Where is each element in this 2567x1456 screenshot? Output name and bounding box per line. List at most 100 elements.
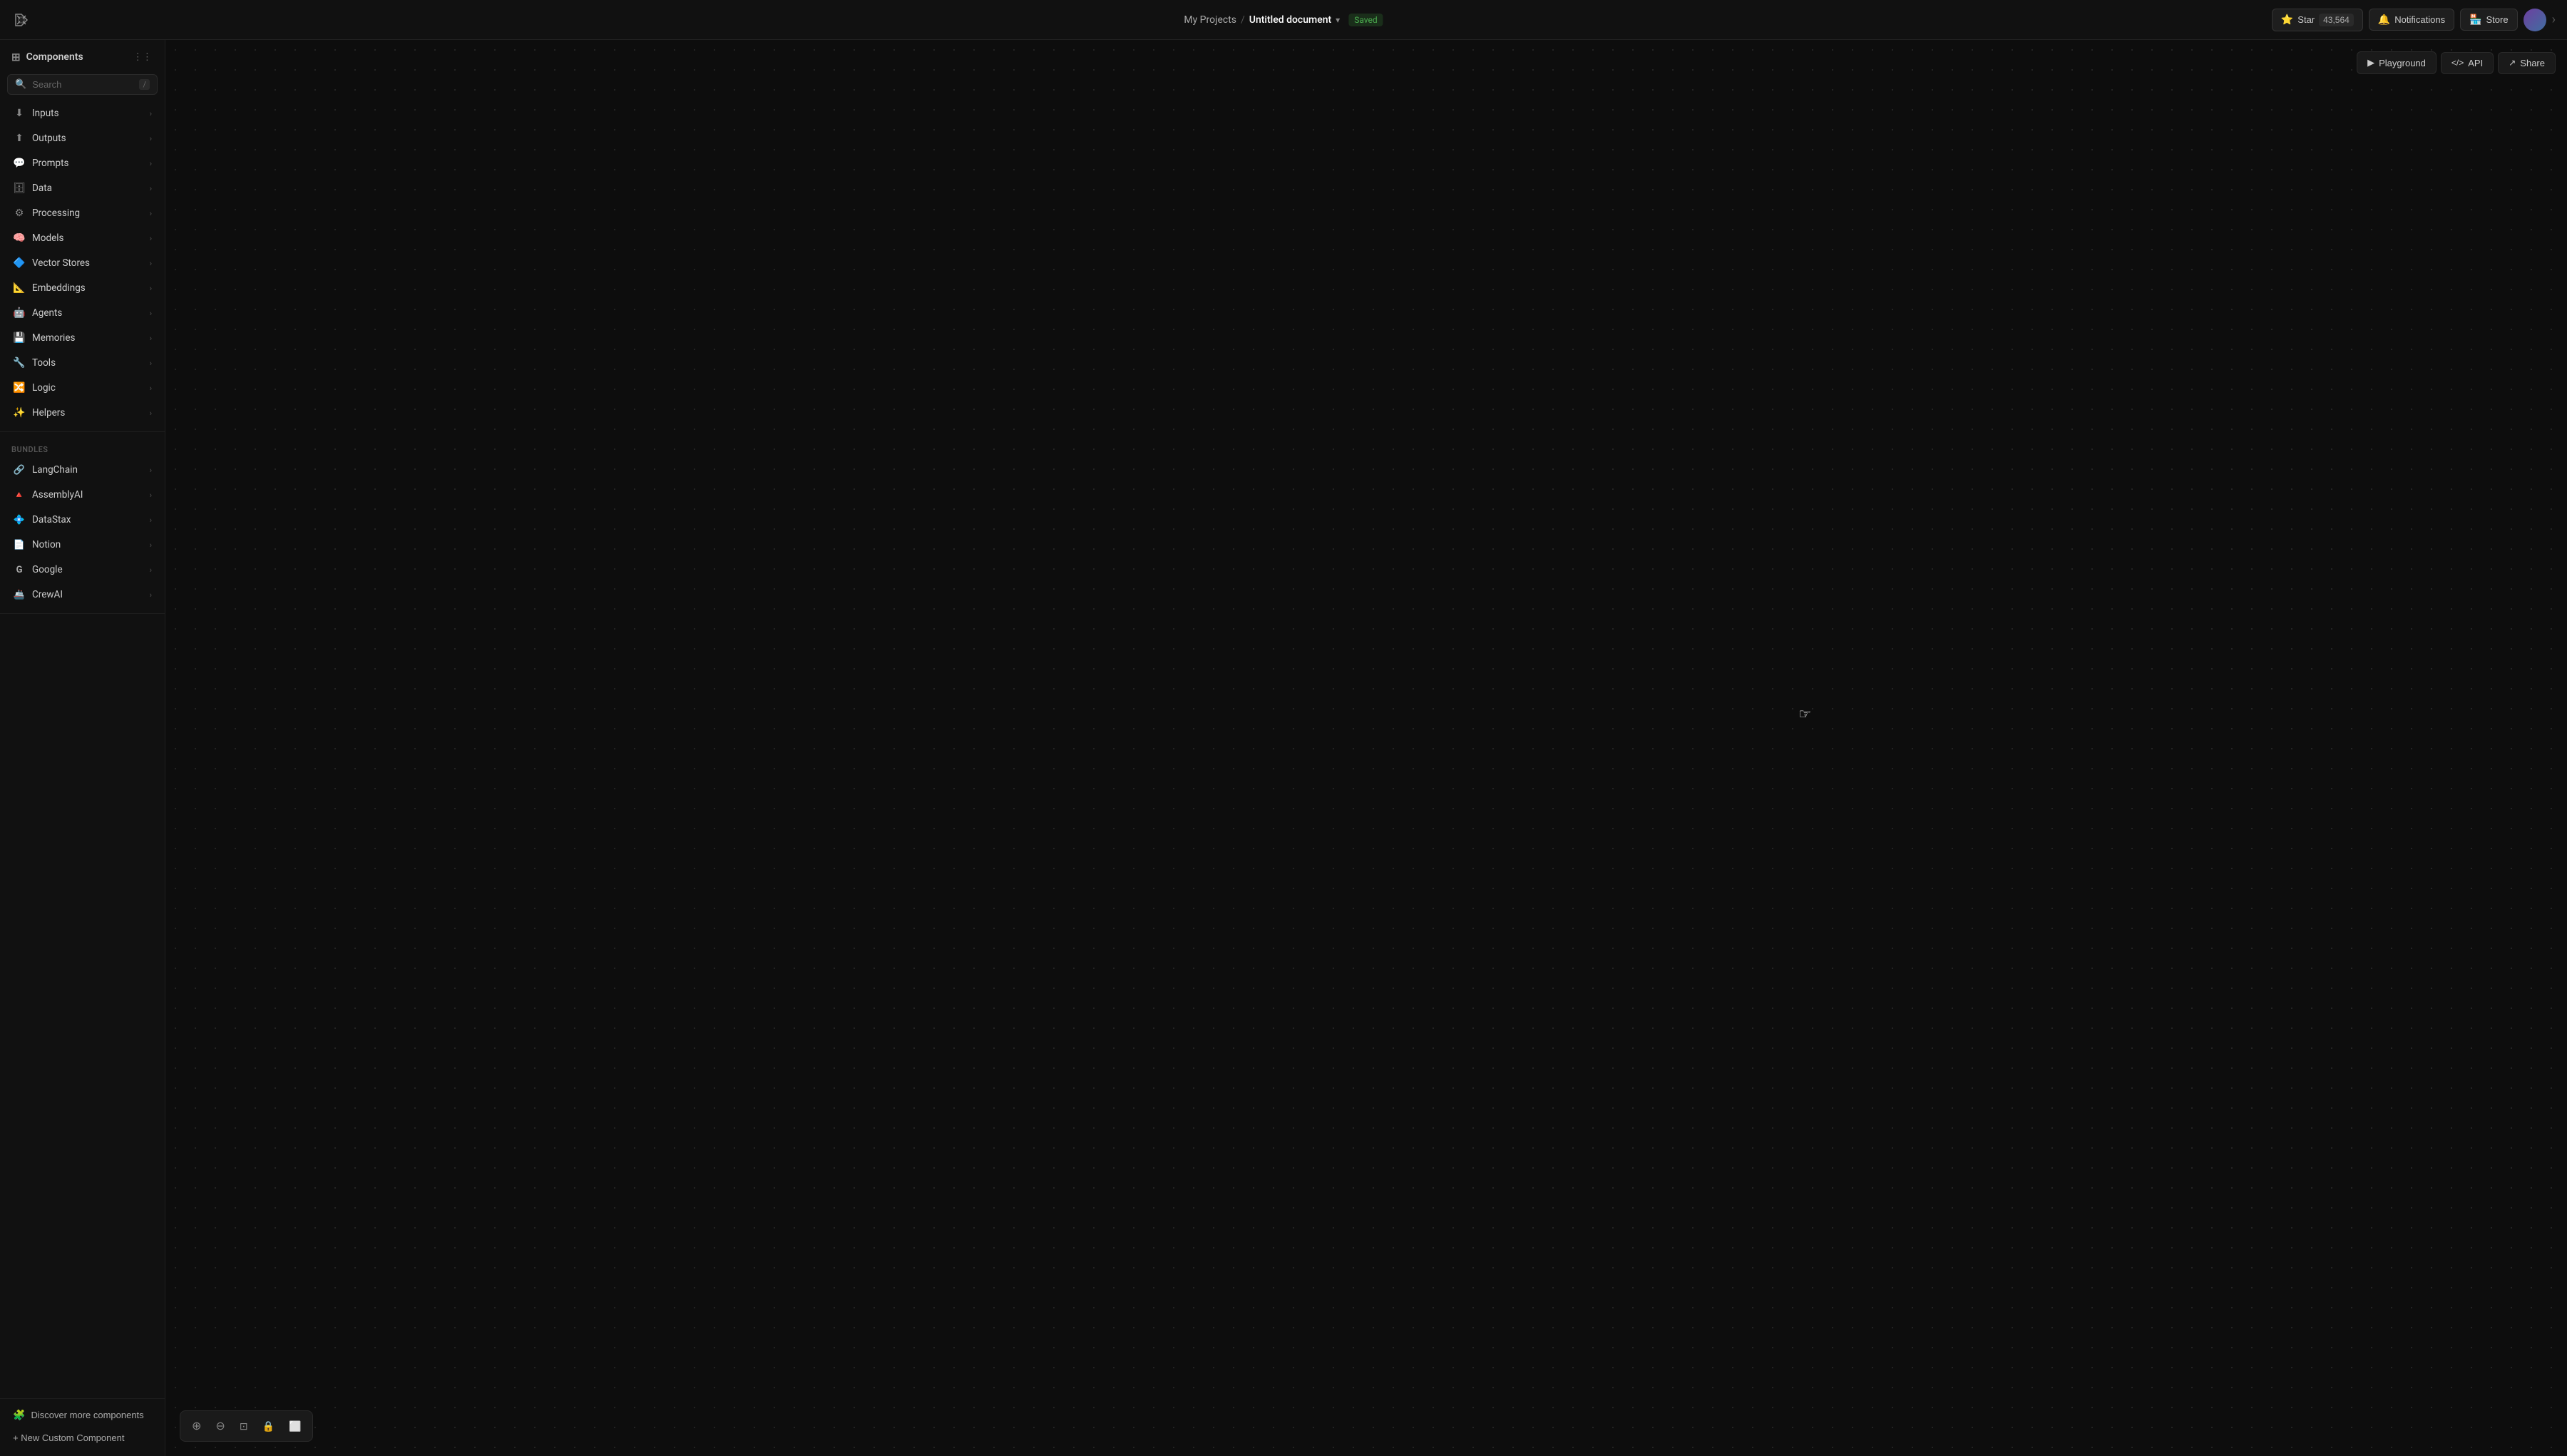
canvas-dots-background bbox=[165, 40, 2567, 1456]
sidebar-item-outputs[interactable]: ⬆ Outputs › bbox=[4, 126, 160, 150]
bell-icon: 🔔 bbox=[2378, 14, 2390, 26]
sidebar-title: ⊞ Components bbox=[11, 51, 83, 63]
expand-button[interactable]: ⬜ bbox=[283, 1416, 307, 1437]
memories-chevron-icon: › bbox=[150, 334, 152, 343]
star-count: 43,564 bbox=[2319, 14, 2354, 26]
document-name[interactable]: Untitled document bbox=[1249, 14, 1331, 26]
discover-label: Discover more components bbox=[31, 1410, 143, 1420]
agents-label: Agents bbox=[32, 307, 62, 319]
sidebar-item-data[interactable]: 🗄 Data › bbox=[4, 176, 160, 200]
sidebar-item-inputs[interactable]: ⬇ Inputs › bbox=[4, 101, 160, 125]
sidebar-item-left: 💾 Memories bbox=[13, 332, 75, 344]
main-content: ⊞ Components ⋮⋮ 🔍 / ⬇ Inputs › ⬆ Outputs bbox=[0, 40, 2567, 1456]
search-box[interactable]: 🔍 / bbox=[7, 74, 158, 95]
search-input[interactable] bbox=[32, 79, 133, 90]
sidebar-item-left: G Google bbox=[13, 563, 63, 576]
sidebar-settings-button[interactable]: ⋮⋮ bbox=[131, 50, 153, 64]
avatar-chevron-icon[interactable]: › bbox=[2552, 12, 2556, 27]
project-link[interactable]: My Projects bbox=[1184, 14, 1236, 26]
sidebar-item-processing[interactable]: ⚙ Processing › bbox=[4, 201, 160, 225]
notifications-button[interactable]: 🔔 Notifications bbox=[2369, 9, 2454, 31]
canvas-area[interactable]: ▶ Playground </> API ↗ Share ☞ ⊕ ⊖ ⊡ bbox=[165, 40, 2567, 1456]
new-custom-component-button[interactable]: + New Custom Component bbox=[4, 1427, 160, 1449]
sidebar-item-memories[interactable]: 💾 Memories › bbox=[4, 326, 160, 350]
search-icon: 🔍 bbox=[15, 79, 26, 90]
canvas-topbar: ▶ Playground </> API ↗ Share bbox=[2357, 51, 2556, 74]
sidebar-item-left: 📄 Notion bbox=[13, 538, 61, 551]
notion-chevron-icon: › bbox=[150, 540, 152, 550]
discover-components-button[interactable]: 🧩 Discover more components bbox=[4, 1403, 160, 1427]
sidebar-item-prompts[interactable]: 💬 Prompts › bbox=[4, 151, 160, 175]
sidebar-item-datastax[interactable]: 💠 DataStax › bbox=[4, 508, 160, 532]
logo-icon[interactable] bbox=[11, 10, 31, 30]
crewai-icon: 🚢 bbox=[13, 588, 26, 601]
sidebar-item-google[interactable]: G Google › bbox=[4, 558, 160, 582]
sidebar-item-left: ✨ Helpers bbox=[13, 406, 65, 419]
sidebar-item-left: 💬 Prompts bbox=[13, 157, 68, 170]
expand-icon: ⬜ bbox=[289, 1420, 301, 1432]
models-icon: 🧠 bbox=[13, 232, 26, 245]
bottom-toolbar: ⊕ ⊖ ⊡ 🔒 ⬜ bbox=[180, 1410, 313, 1442]
sidebar-item-logic[interactable]: 🔀 Logic › bbox=[4, 376, 160, 400]
sidebar-item-models[interactable]: 🧠 Models › bbox=[4, 226, 160, 250]
api-button[interactable]: </> API bbox=[2441, 52, 2494, 74]
sidebar-item-vector-stores[interactable]: 🔷 Vector Stores › bbox=[4, 251, 160, 275]
breadcrumb-separator: / bbox=[1241, 14, 1245, 26]
agents-icon: 🤖 bbox=[13, 307, 26, 319]
langchain-icon: 🔗 bbox=[13, 463, 26, 476]
processing-label: Processing bbox=[32, 207, 80, 219]
lock-button[interactable]: 🔒 bbox=[257, 1416, 280, 1437]
sidebar-item-notion[interactable]: 📄 Notion › bbox=[4, 533, 160, 557]
helpers-chevron-icon: › bbox=[150, 409, 152, 418]
chevron-down-icon[interactable]: ▾ bbox=[1336, 15, 1340, 25]
share-label: Share bbox=[2520, 58, 2545, 68]
assemblyai-chevron-icon: › bbox=[150, 491, 152, 500]
slash-badge: / bbox=[139, 79, 150, 90]
playground-label: Playground bbox=[2379, 58, 2426, 68]
playground-button[interactable]: ▶ Playground bbox=[2357, 51, 2437, 74]
embeddings-chevron-icon: › bbox=[150, 284, 152, 293]
star-button[interactable]: ⭐ Star 43,564 bbox=[2272, 9, 2363, 31]
github-icon: ⭐ bbox=[2281, 14, 2293, 26]
zoom-in-button[interactable]: ⊕ bbox=[186, 1415, 207, 1437]
lock-icon: 🔒 bbox=[262, 1420, 275, 1432]
agents-chevron-icon: › bbox=[150, 309, 152, 318]
sidebar-header: ⊞ Components ⋮⋮ bbox=[0, 40, 165, 71]
settings-icon: ⋮⋮ bbox=[133, 51, 152, 63]
sidebar-item-langchain[interactable]: 🔗 LangChain › bbox=[4, 458, 160, 482]
sidebar-item-embeddings[interactable]: 📐 Embeddings › bbox=[4, 276, 160, 300]
sidebar-item-helpers[interactable]: ✨ Helpers › bbox=[4, 401, 160, 425]
outputs-label: Outputs bbox=[32, 133, 66, 144]
bundles-list: 🔗 LangChain › 🔺 AssemblyAI › 💠 DataStax … bbox=[0, 457, 165, 607]
sidebar-item-left: 🔷 Vector Stores bbox=[13, 257, 90, 270]
logic-label: Logic bbox=[32, 382, 56, 394]
store-button[interactable]: 🏪 Store bbox=[2460, 9, 2518, 31]
prompts-chevron-icon: › bbox=[150, 159, 152, 168]
sidebar-divider bbox=[0, 431, 165, 432]
sidebar-item-left: 🔺 AssemblyAI bbox=[13, 488, 83, 501]
sidebar-title-label: Components bbox=[26, 51, 83, 63]
inputs-chevron-icon: › bbox=[150, 109, 152, 118]
share-icon: ↗ bbox=[2509, 58, 2516, 68]
share-button[interactable]: ↗ Share bbox=[2498, 52, 2556, 74]
sidebar-item-tools[interactable]: 🔧 Tools › bbox=[4, 351, 160, 375]
processing-chevron-icon: › bbox=[150, 209, 152, 218]
tools-chevron-icon: › bbox=[150, 359, 152, 368]
embeddings-label: Embeddings bbox=[32, 282, 86, 294]
sidebar-footer: 🧩 Discover more components + New Custom … bbox=[0, 1398, 165, 1456]
new-component-label: + New Custom Component bbox=[13, 1432, 124, 1443]
sidebar-item-left: 📐 Embeddings bbox=[13, 282, 86, 294]
crewai-chevron-icon: › bbox=[150, 590, 152, 600]
models-chevron-icon: › bbox=[150, 234, 152, 243]
topbar-right: ⭐ Star 43,564 🔔 Notifications 🏪 Store › bbox=[2272, 9, 2556, 31]
sidebar-item-agents[interactable]: 🤖 Agents › bbox=[4, 301, 160, 325]
avatar[interactable] bbox=[2524, 9, 2546, 31]
sidebar-item-assemblyai[interactable]: 🔺 AssemblyAI › bbox=[4, 483, 160, 507]
fit-screen-button[interactable]: ⊡ bbox=[234, 1416, 254, 1437]
inputs-icon: ⬇ bbox=[13, 107, 26, 120]
inputs-label: Inputs bbox=[32, 108, 59, 119]
zoom-in-icon: ⊕ bbox=[192, 1419, 201, 1433]
assemblyai-label: AssemblyAI bbox=[32, 489, 83, 501]
sidebar-item-crewai[interactable]: 🚢 CrewAI › bbox=[4, 583, 160, 607]
zoom-out-button[interactable]: ⊖ bbox=[210, 1415, 230, 1437]
